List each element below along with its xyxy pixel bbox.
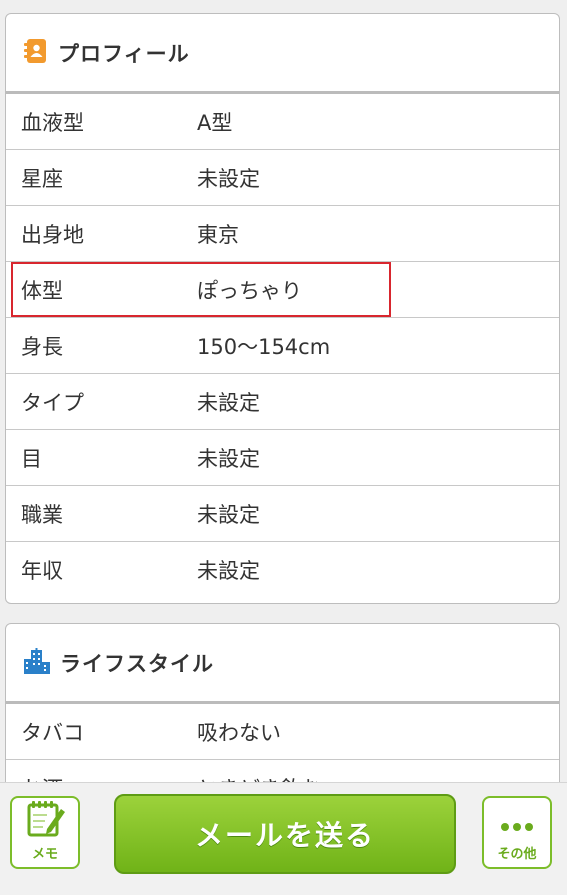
profile-row-eyes: 目 未設定	[6, 430, 559, 486]
lifestyle-row-alcohol: お酒 ときどき飲む	[6, 760, 559, 782]
bottom-action-bar: メモ メールを送る その他	[0, 782, 567, 895]
row-label: 職業	[21, 502, 63, 527]
send-mail-label: メールを送る	[194, 819, 375, 852]
profile-title: プロフィール	[58, 41, 190, 66]
buildings-icon	[24, 647, 50, 678]
memo-label: メモ	[31, 847, 58, 862]
row-label: 星座	[21, 166, 63, 191]
profile-row-body-type: 体型 ぽっちゃり	[6, 262, 559, 318]
row-value: ときどき飲む	[197, 773, 322, 782]
profile-row-zodiac: 星座 未設定	[6, 150, 559, 206]
row-value: ぽっちゃり	[197, 278, 302, 303]
profile-row-occupation: 職業 未設定	[6, 486, 559, 542]
profile-card: プロフィール 血液型 A型 星座 未設定 出身地 東京 体型 ぽっちゃり 身長 …	[5, 13, 560, 604]
row-value: 150〜154cm	[197, 334, 331, 359]
profile-row-height: 身長 150〜154cm	[6, 318, 559, 374]
notepad-pencil-icon	[23, 799, 67, 843]
lifestyle-title: ライフスタイル	[60, 651, 214, 676]
row-value: 未設定	[197, 446, 260, 471]
scroll-area[interactable]: プロフィール 血液型 A型 星座 未設定 出身地 東京 体型 ぽっちゃり 身長 …	[0, 0, 567, 782]
lifestyle-header: ライフスタイル	[6, 624, 559, 704]
row-label: 目	[21, 446, 42, 471]
row-label: タイプ	[21, 390, 84, 415]
other-label: その他	[497, 847, 537, 862]
lifestyle-row-tobacco: タバコ 吸わない	[6, 704, 559, 760]
row-value: 未設定	[197, 166, 260, 191]
row-label: タバコ	[21, 720, 84, 745]
row-value: 未設定	[197, 559, 260, 583]
profile-row-type: タイプ 未設定	[6, 374, 559, 430]
profile-rows: 血液型 A型 星座 未設定 出身地 東京 体型 ぽっちゃり 身長 150〜154…	[6, 94, 559, 598]
row-value: A型	[197, 110, 233, 135]
row-label: 血液型	[21, 110, 84, 135]
lifestyle-rows: タバコ 吸わない お酒 ときどき飲む	[6, 704, 559, 782]
row-label: 体型	[21, 278, 63, 303]
row-label: お酒	[6, 773, 197, 782]
row-label: 出身地	[21, 222, 84, 247]
row-value: 東京	[197, 222, 239, 247]
other-button[interactable]: その他	[482, 796, 552, 869]
row-label: 年収	[21, 559, 63, 583]
row-value: 未設定	[197, 390, 260, 415]
row-value: 吸わない	[197, 720, 281, 745]
address-book-icon	[24, 38, 48, 68]
profile-row-hometown: 出身地 東京	[6, 206, 559, 262]
row-label: 身長	[21, 334, 63, 359]
more-dots-icon	[497, 815, 537, 843]
lifestyle-card: ライフスタイル タバコ 吸わない お酒 ときどき飲む	[5, 623, 560, 782]
row-value: 未設定	[197, 502, 260, 527]
profile-row-income: 年収 未設定	[6, 542, 559, 598]
send-mail-button[interactable]: メールを送る	[114, 794, 456, 874]
memo-button[interactable]: メモ	[10, 796, 80, 869]
profile-row-blood-type: 血液型 A型	[6, 94, 559, 150]
profile-header: プロフィール	[6, 14, 559, 94]
